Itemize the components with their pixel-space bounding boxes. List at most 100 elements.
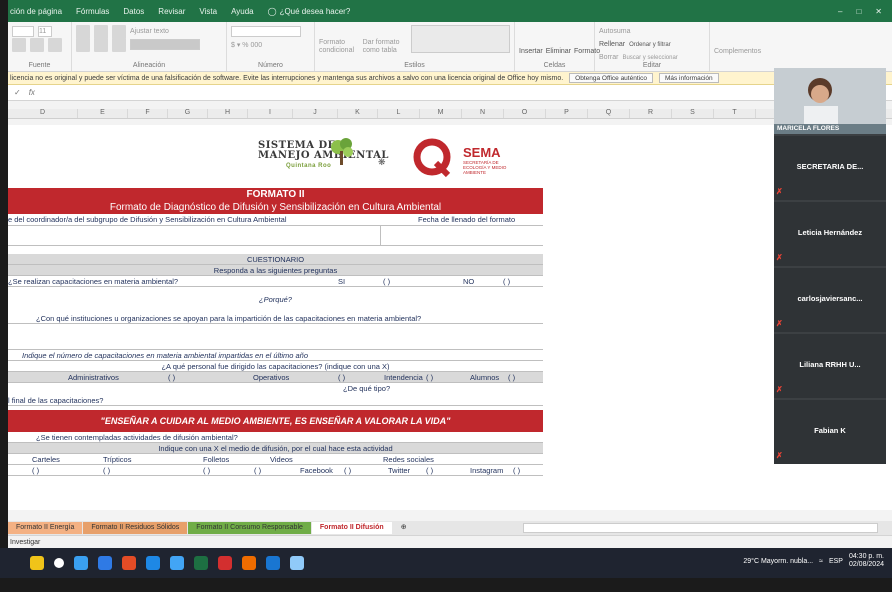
question-5b-row[interactable]: ¿De qué tipo? (8, 383, 543, 395)
porque-row[interactable]: ¿Porqué? (8, 287, 543, 313)
powerpoint-icon[interactable] (218, 556, 232, 570)
weather-text[interactable]: 29°C Mayorm. nubla... (743, 558, 813, 565)
font-size-box[interactable]: 11 (38, 26, 52, 37)
answer-2-row[interactable] (8, 324, 543, 350)
personnel-row[interactable]: Administrativos ( ) Operativos ( ) Inten… (8, 372, 543, 383)
col-header[interactable]: Q (588, 109, 630, 118)
twitter-checkbox[interactable]: ( ) (426, 465, 433, 476)
question-4-row[interactable]: ¿A qué personal fue dirigido las capacit… (8, 361, 543, 372)
col-header[interactable]: M (420, 109, 462, 118)
col-header[interactable]: J (293, 109, 338, 118)
excel-icon[interactable] (194, 556, 208, 570)
tab-view[interactable]: Vista (199, 7, 217, 16)
close-icon[interactable]: ✕ (875, 7, 882, 16)
more-info-button[interactable]: Más información (658, 73, 719, 83)
col-header[interactable]: G (168, 109, 208, 118)
bold-icon[interactable] (12, 37, 26, 52)
mail-icon[interactable] (170, 556, 184, 570)
tab-help[interactable]: Ayuda (231, 7, 254, 16)
widget-icon[interactable] (30, 556, 44, 570)
fill-button[interactable]: Rellenar (599, 41, 625, 48)
align-middle-icon[interactable] (94, 24, 108, 39)
media-row-2[interactable]: ( ) ( ) ( ) ( ) Facebook ( ) Twitter ( )… (8, 465, 543, 476)
no-checkbox[interactable]: ( ) (503, 276, 510, 287)
tab-formulas[interactable]: Fórmulas (76, 7, 109, 16)
participant-tile[interactable]: Leticia Hernández ✗ (774, 202, 886, 266)
cell-styles-gallery[interactable] (411, 25, 510, 53)
col-header[interactable]: N (462, 109, 504, 118)
participant-tile[interactable]: Liliana RRHH U... ✗ (774, 334, 886, 398)
sheet-tab-difusion[interactable]: Formato II Difusión (311, 522, 392, 534)
cancel-icon[interactable]: ✓ (14, 88, 21, 97)
facebook-checkbox[interactable]: ( ) (344, 465, 351, 476)
si-checkbox[interactable]: ( ) (383, 276, 390, 287)
col-header[interactable]: F (128, 109, 168, 118)
add-sheet-icon[interactable]: ⊕ (393, 522, 415, 534)
videos-checkbox[interactable]: ( ) (254, 465, 261, 476)
wrap-text-button[interactable]: Ajustar texto (130, 28, 169, 35)
question-3-row[interactable]: Indique el número de capacitaciones en m… (8, 350, 543, 361)
language-indicator[interactable]: ESP (829, 558, 843, 565)
media-row-1[interactable]: Carteles Trípticos Folletos Videos Redes… (8, 454, 543, 465)
search-icon[interactable] (54, 558, 64, 568)
tab-review[interactable]: Revisar (158, 7, 185, 16)
formula-input[interactable] (42, 87, 843, 98)
carteles-checkbox[interactable]: ( ) (32, 465, 39, 476)
word-icon[interactable] (266, 556, 280, 570)
horizontal-scrollbar[interactable] (523, 523, 878, 533)
participant-tile[interactable]: MARICELA FLORES (774, 68, 886, 134)
col-header[interactable]: R (630, 109, 672, 118)
question-1-row[interactable]: ¿Se realizan capacitaciones en materia a… (8, 276, 543, 287)
tab-page-layout[interactable]: ción de página (10, 7, 62, 16)
participant-tile[interactable]: Fabian K ✗ (774, 400, 886, 464)
question-7-row[interactable]: Indique con una X el medio de difusión, … (8, 443, 543, 454)
clear-button[interactable]: Borrar (599, 54, 618, 61)
addins-button[interactable]: Complementos (714, 48, 761, 55)
autosum-button[interactable]: Autosuma (599, 28, 631, 35)
participant-tile[interactable]: SECRETARIA DE... ✗ (774, 136, 886, 200)
tripticos-checkbox[interactable]: ( ) (103, 465, 110, 476)
indent-icon[interactable] (112, 37, 126, 52)
col-header[interactable]: K (338, 109, 378, 118)
tell-me-box[interactable]: ◯ ¿Qué desea hacer? (268, 7, 351, 16)
col-header[interactable]: H (208, 109, 248, 118)
spreadsheet-grid[interactable]: SISTEMA DE MANEJO AMBIENTAL Quintana Roo… (8, 125, 892, 510)
col-header[interactable]: T (714, 109, 756, 118)
wifi-icon[interactable]: ≈ (819, 558, 823, 565)
folletos-checkbox[interactable]: ( ) (203, 465, 210, 476)
currency-icon[interactable]: $ ▾ % 000 (231, 41, 262, 49)
firefox-icon[interactable] (122, 556, 136, 570)
get-office-button[interactable]: Obtenga Office auténtico (569, 73, 653, 83)
sheet-tab-residuos[interactable]: Formato II Residuos Sólidos (83, 522, 188, 534)
alumnos-checkbox[interactable]: ( ) (508, 372, 515, 383)
col-header[interactable]: E (78, 109, 128, 118)
participant-tile[interactable]: carlosjaviersanc... ✗ (774, 268, 886, 332)
instagram-checkbox[interactable]: ( ) (513, 465, 520, 476)
coordinator-row[interactable]: e del coordinador/a del subgrupo de Difu… (8, 214, 543, 226)
clock[interactable]: 04:30 p. m. 02/08/2024 (849, 553, 884, 569)
tab-data[interactable]: Datos (123, 7, 144, 16)
question-5-row[interactable]: l final de las capacitaciones? (8, 395, 543, 406)
edge-icon[interactable] (74, 556, 88, 570)
find-select-button[interactable]: Buscar y seleccionar (622, 55, 677, 61)
sheet-tab-consumo[interactable]: Formato II Consumo Responsable (188, 522, 311, 534)
orientation-icon[interactable] (112, 24, 126, 39)
fx-label[interactable]: fx (29, 88, 35, 97)
browser-icon[interactable] (98, 556, 112, 570)
sort-filter-button[interactable]: Ordenar y filtrar (629, 42, 671, 48)
conditional-format-button[interactable]: Formato condicional (319, 25, 359, 55)
format-as-table-button[interactable]: Dar formato como tabla (363, 25, 408, 55)
question-2-row[interactable]: ¿Con qué instituciones u organizaciones … (8, 313, 543, 324)
administrativos-checkbox[interactable]: ( ) (168, 372, 175, 383)
files-icon[interactable] (242, 556, 256, 570)
col-header[interactable]: S (672, 109, 714, 118)
col-header[interactable]: D (8, 109, 78, 118)
align-top-icon[interactable] (76, 24, 90, 39)
sheet-tab-energia[interactable]: Formato II Energía (8, 522, 83, 534)
app-icon[interactable] (290, 556, 304, 570)
question-6-row[interactable]: ¿Se tienen contempladas actividades de d… (8, 432, 543, 443)
align-center-icon[interactable] (94, 37, 108, 52)
delete-button[interactable]: Eliminar (546, 48, 571, 55)
col-header[interactable]: I (248, 109, 293, 118)
align-left-icon[interactable] (76, 37, 90, 52)
